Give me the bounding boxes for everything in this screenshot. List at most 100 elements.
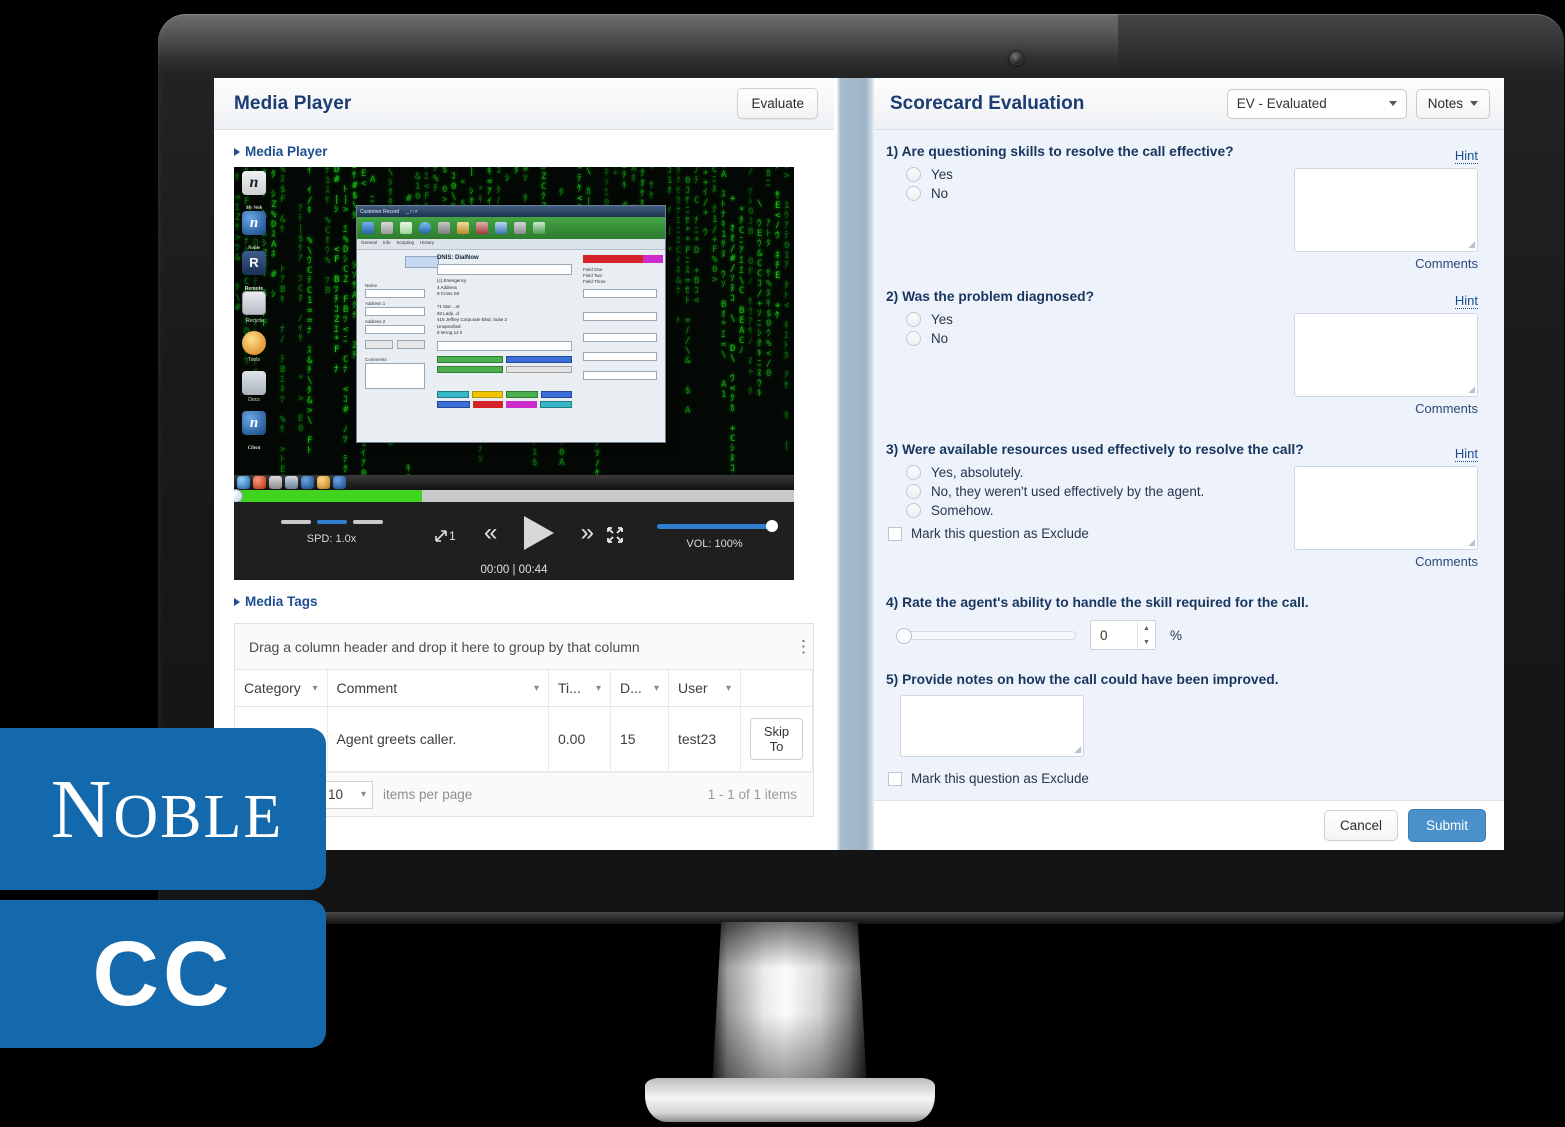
desktop-icon: n Client [242,411,266,451]
chevron-down-icon[interactable]: ▾ [726,683,731,694]
column-header-time[interactable]: Ti... ▾ [548,670,611,707]
radio-icon[interactable] [906,167,921,182]
skip-to-button[interactable]: Skip To [750,718,803,760]
question-text: 5) Provide notes on how the call could h… [886,672,1279,687]
hint-link[interactable]: Hint [1454,293,1478,309]
page-title: Media Player [234,92,352,114]
column-header-duration[interactable]: D... ▾ [610,670,669,707]
status-value: EV - Evaluated [1236,96,1327,111]
radio-icon[interactable] [906,312,921,327]
volume-track[interactable] [657,520,778,532]
exclude-checkbox-row[interactable]: Mark this question as Exclude [888,771,1484,786]
stepper-up-icon[interactable]: ▲ [1138,621,1155,635]
page-size-select[interactable]: 10 ▾ [321,780,373,809]
column-header-user[interactable]: User ▾ [668,670,741,707]
desktop-icons: n My Web n Noble R Remote Recycle Tools Doc… [238,171,298,451]
comments-textarea[interactable]: ◢ [1294,168,1478,252]
page-size-value: 10 [328,787,344,802]
section-toggle-media-tags[interactable]: Media Tags [214,580,834,617]
slider-knob[interactable] [896,627,912,644]
video-container: | D F # % ｹ = ｴ Z ｻ > ﾂ & ﾀ \ # ｽ * ｴ ｳ … [234,167,814,580]
video-surface[interactable]: | D F # % ｹ = ｴ Z ｻ > ﾂ & ﾀ \ # ｽ * ｴ ｳ … [234,167,794,502]
stepper-down-icon[interactable]: ▼ [1138,635,1155,649]
webcam-icon [1010,52,1023,65]
diagonal-arrow-icon[interactable]: 1 [434,527,460,548]
speed-segment [280,520,311,524]
radio-icon[interactable] [906,503,921,518]
volume-knob[interactable] [766,520,778,532]
chevron-down-icon[interactable]: ▾ [596,683,601,694]
comments-block: ◢ Comments [1294,466,1478,569]
radio-icon[interactable] [906,465,921,480]
radio-icon[interactable] [906,331,921,346]
matrix-column: ｸ ｹ 0 ｽ ﾂ ｲ ｲ / ｷ % \ ｳ C ﾃ C 1 = = ﾅ ｽ … [307,167,313,456]
status-select[interactable]: EV - Evaluated [1226,88,1407,119]
comments-label: Comments [1415,554,1478,569]
scorecard-panel: Scorecard Evaluation EV - Evaluated Note… [874,78,1504,850]
column-header-action [740,670,813,707]
radio-icon[interactable] [906,484,921,499]
desktop-icon: R Remote [242,251,266,292]
fullscreen-icon[interactable] [606,526,624,549]
grid-group-bar[interactable]: Drag a column header and drop it here to… [235,624,813,670]
toolbar-icon [533,222,545,234]
cancel-button[interactable]: Cancel [1323,810,1398,841]
player-controls: SPD: 1.0x 1 « » VOL: 100% 00:00 | 00:44 [234,502,794,580]
checkbox-icon[interactable] [888,771,902,786]
crm-body: Name Address 1 Address 2 Comments DNIS: [357,250,665,444]
column-header-category[interactable]: Category ▾ [235,670,328,707]
resize-grip-icon[interactable]: ◢ [1074,744,1081,755]
radio-icon[interactable] [906,186,921,201]
scorecard-title: Scorecard Evaluation [890,92,1085,114]
panel-splitter[interactable] [834,78,874,850]
section-label-media-tags: Media Tags [245,594,318,609]
section-toggle-media-player[interactable]: Media Player [214,130,834,167]
video-progress-knob[interactable] [234,489,243,502]
group-hint-text: Drag a column header and drop it here to… [249,638,640,655]
toolbar-icon [457,222,469,234]
question-4: 4) Rate the agent's ability to handle th… [886,595,1484,667]
comments-label: Comments [1415,256,1478,271]
submit-button[interactable]: Submit [1407,809,1486,842]
crm-toolbar [357,217,665,239]
play-icon[interactable] [524,516,554,550]
comments-textarea[interactable]: ◢ [1294,313,1478,397]
rating-stepper[interactable]: 0 ▲ ▼ [1090,620,1156,650]
forward-icon[interactable]: » [581,519,594,547]
resize-grip-icon[interactable]: ◢ [1468,537,1475,548]
notes-textarea[interactable]: ◢ [900,695,1084,757]
checkbox-icon[interactable] [888,526,902,541]
hint-link[interactable]: Hint [1454,446,1478,462]
rewind-icon[interactable]: « [484,519,497,547]
chevron-down-icon[interactable]: ▾ [654,683,659,694]
option-label: No, they weren't used effectively by the… [931,484,1205,499]
matrix-column: F ｵ = ﾆ ｶ \ % ｲ ﾅ $ % ｾ < ﾀ ｸ ｾ ｶ ﾅ ｴ ﾆ … [676,167,682,326]
column-header-comment[interactable]: Comment ▾ [327,670,549,707]
matrix-column: + ｵ ｵ / # / ｿ ﾇ ｺ \ D \ ｳ < ｸ ｶ + C ｼ ﾇ … [730,194,736,502]
chevron-down-icon[interactable]: ▾ [534,683,539,694]
question-3: 3) Were available resources used effecti… [886,442,1484,590]
resize-grip-icon[interactable]: ◢ [1468,239,1475,250]
resize-grip-icon[interactable]: ◢ [1468,384,1475,395]
speed-control[interactable]: SPD: 1.0x [274,520,389,545]
hint-link[interactable]: Hint [1454,148,1478,164]
speed-track[interactable] [274,520,389,524]
notes-button[interactable]: Notes [1415,88,1490,119]
video-progress-bar[interactable] [234,489,794,502]
question-2: 2) Was the problem diagnosed? Hint Yes N… [886,289,1484,437]
matrix-column: B ｲ $ ｲ * ｶ ﾆ ｱ ﾄ ﾀ ｻ % ﾇ ｷ $ 0 ｳ % < / … [766,167,772,379]
pager-range-label: 1 - 1 of 1 items [707,787,797,802]
option-label: Somehow. [931,503,994,518]
comments-block: ◢ Comments [1294,168,1478,271]
media-player-header: Media Player Evaluate [214,78,834,130]
chevron-down-icon[interactable]: ▾ [312,683,317,694]
screen-content: Media Player Evaluate Media Player | D F… [214,78,1504,850]
volume-control[interactable]: VOL: 100% [657,520,778,550]
comments-textarea[interactable]: ◢ [1294,466,1478,550]
scorecard-header-actions: EV - Evaluated Notes [1226,88,1490,119]
vertical-ellipsis-icon[interactable]: ⋮ [795,638,812,655]
evaluate-button[interactable]: Evaluate [737,88,818,119]
rating-slider[interactable] [896,627,1076,644]
desktop-icon: n My Web [242,171,266,211]
rating-value[interactable]: 0 [1091,621,1137,649]
